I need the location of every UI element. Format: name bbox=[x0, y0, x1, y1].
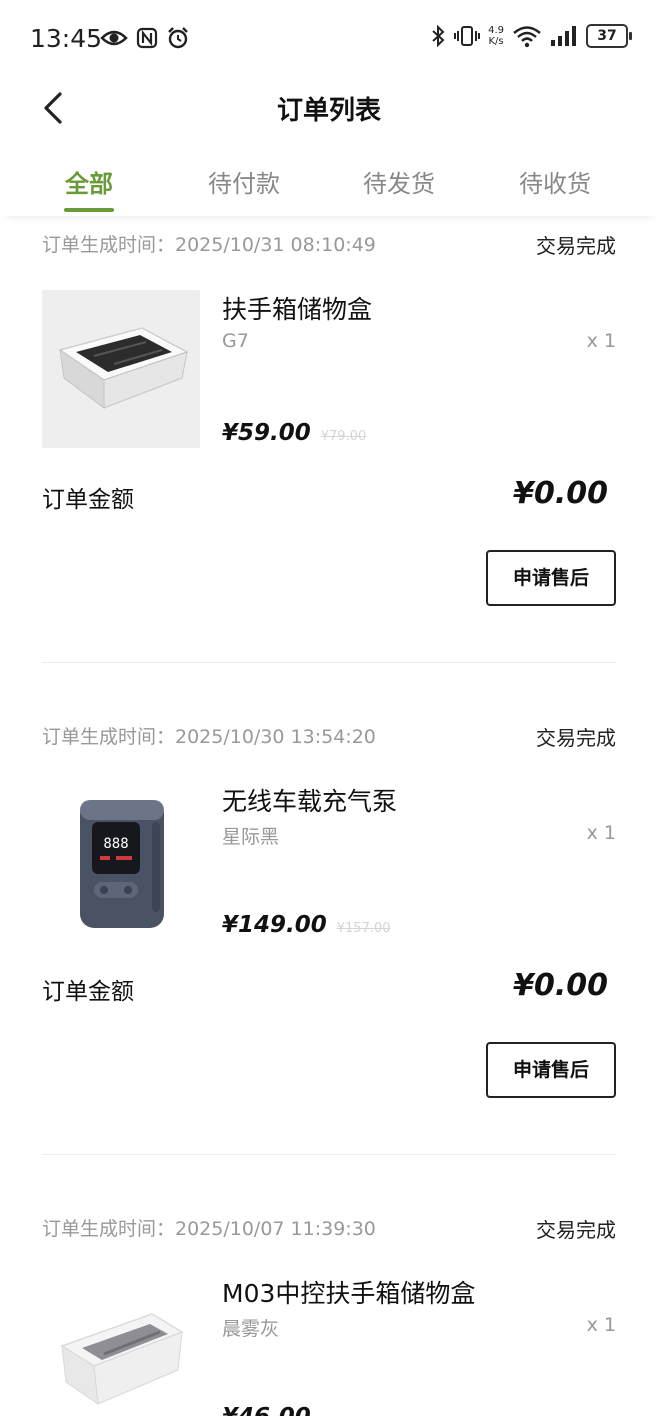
tab-all[interactable]: 全部 bbox=[34, 164, 144, 199]
eye-icon bbox=[100, 30, 128, 46]
nfc-icon bbox=[136, 27, 158, 49]
product-image[interactable]: 888 bbox=[42, 782, 200, 940]
after-sale-button[interactable]: 申请售后 bbox=[486, 550, 616, 606]
order-time: 订单生成时间：2025/10/07 11:39:30 bbox=[42, 1218, 376, 1240]
order-status: 交易完成 bbox=[536, 1218, 616, 1242]
storage-box-icon bbox=[42, 290, 200, 448]
order-amount: ¥0.00 bbox=[513, 476, 608, 511]
order-amount-label: 订单金额 bbox=[42, 979, 134, 1005]
signal-icon bbox=[551, 26, 576, 46]
product-spec: 晨雾灰 bbox=[222, 1318, 280, 1340]
active-tab-indicator bbox=[64, 208, 114, 212]
order-header: 订单生成时间：2025/10/07 11:39:30 交易完成 bbox=[42, 1214, 616, 1244]
vibrate-icon bbox=[454, 26, 481, 46]
product-name: M03中控扶手箱储物盒 bbox=[222, 1279, 476, 1308]
speed-unit: K/s bbox=[488, 36, 504, 47]
order-status: 交易完成 bbox=[536, 726, 616, 750]
product-price-row: ¥149.00 ¥157.00 bbox=[222, 912, 391, 938]
speed-value: 4.9 bbox=[488, 25, 504, 36]
product-name: 扶手箱储物盒 bbox=[222, 295, 373, 324]
product-price: ¥46.00 bbox=[222, 1404, 311, 1416]
status-bar: 13:45 4.9 K/s 37 bbox=[0, 0, 658, 80]
svg-text:888: 888 bbox=[103, 836, 128, 852]
battery-indicator: 37 bbox=[586, 24, 632, 48]
order-divider bbox=[42, 1154, 616, 1155]
product-name: 无线车载充气泵 bbox=[222, 787, 398, 816]
product-spec: G7 bbox=[222, 330, 249, 352]
storage-box-icon bbox=[42, 1274, 200, 1416]
order-product[interactable]: 888 无线车载充气泵 星际黑 x 1 ¥149.00 ¥157.00 bbox=[42, 782, 616, 942]
order-time: 订单生成时间：2025/10/31 08:10:49 bbox=[42, 234, 376, 256]
order-divider bbox=[42, 662, 616, 663]
order-card[interactable]: 订单生成时间：2025/10/31 08:10:49 交易完成 扶手箱储物盒 G… bbox=[42, 230, 616, 690]
status-right-icons: 4.9 K/s 37 bbox=[430, 24, 632, 48]
product-quantity: x 1 bbox=[586, 822, 616, 844]
product-original-price: ¥157.00 bbox=[336, 921, 391, 936]
page-title: 订单列表 bbox=[276, 96, 381, 126]
product-image[interactable] bbox=[42, 1274, 200, 1416]
order-product[interactable]: 扶手箱储物盒 G7 x 1 ¥59.00 ¥79.00 bbox=[42, 290, 616, 450]
status-left-icons bbox=[100, 26, 190, 50]
order-status: 交易完成 bbox=[536, 234, 616, 258]
product-original-price: ¥79.00 bbox=[320, 429, 367, 444]
product-quantity: x 1 bbox=[586, 330, 616, 352]
network-speed: 4.9 K/s bbox=[488, 25, 504, 47]
product-price: ¥59.00 bbox=[222, 420, 311, 446]
tab-pending-payment[interactable]: 待付款 bbox=[189, 164, 299, 199]
product-price: ¥149.00 bbox=[222, 912, 327, 938]
order-list: 订单生成时间：2025/10/31 08:10:49 交易完成 扶手箱储物盒 G… bbox=[0, 216, 658, 1416]
tab-pending-shipment[interactable]: 待发货 bbox=[344, 164, 454, 199]
air-pump-icon: 888 bbox=[42, 782, 200, 940]
order-card[interactable]: 订单生成时间：2025/10/07 11:39:30 交易完成 M03中控扶手箱… bbox=[42, 1214, 616, 1416]
after-sale-button[interactable]: 申请售后 bbox=[486, 1042, 616, 1098]
product-spec: 星际黑 bbox=[222, 826, 280, 848]
app-header: 订单列表 bbox=[0, 80, 658, 136]
order-card[interactable]: 订单生成时间：2025/10/30 13:54:20 交易完成 888 无线车载… bbox=[42, 722, 616, 1182]
order-product[interactable]: M03中控扶手箱储物盒 晨雾灰 x 1 ¥46.00 bbox=[42, 1274, 616, 1416]
wifi-icon bbox=[513, 26, 541, 48]
order-header: 订单生成时间：2025/10/31 08:10:49 交易完成 bbox=[42, 230, 616, 260]
bluetooth-icon bbox=[432, 24, 445, 48]
order-amount: ¥0.00 bbox=[513, 968, 608, 1003]
product-price-row: ¥59.00 ¥79.00 bbox=[222, 420, 366, 446]
product-quantity: x 1 bbox=[586, 1314, 616, 1336]
alarm-icon bbox=[168, 27, 188, 49]
product-price-row: ¥46.00 bbox=[222, 1404, 321, 1416]
order-amount-label: 订单金额 bbox=[42, 487, 134, 513]
status-time: 13:45 bbox=[30, 24, 103, 53]
product-image[interactable] bbox=[42, 290, 200, 448]
order-time: 订单生成时间：2025/10/30 13:54:20 bbox=[42, 726, 376, 748]
order-tabs: 全部 待付款 待发货 待收货 bbox=[0, 150, 658, 216]
order-header: 订单生成时间：2025/10/30 13:54:20 交易完成 bbox=[42, 722, 616, 752]
tab-pending-receipt[interactable]: 待收货 bbox=[500, 164, 610, 199]
